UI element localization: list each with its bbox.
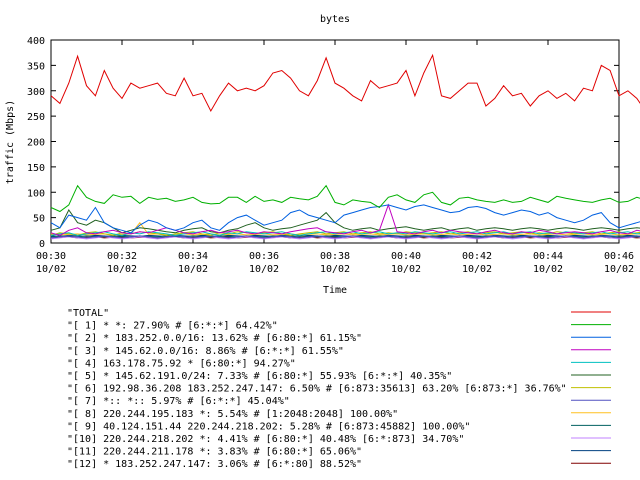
legend-entry-label: "[ 4] 163.178.75.92 * [6:80:*] 94.27%" [67, 358, 296, 369]
y-tick-label: 150 [27, 163, 45, 174]
x-tick-time-label: 00:38 [320, 251, 350, 262]
series-lines [50, 53, 640, 240]
series-line [50, 53, 640, 113]
x-tick-date-label: 10/02 [107, 264, 137, 275]
x-tick-date-label: 10/02 [36, 264, 66, 275]
y-tick-label: 200 [27, 138, 45, 149]
legend-entry-label: "[ 5] * 145.62.191.0/24: 7.33% # [6:80:*… [67, 371, 452, 382]
x-tick-date-label: 10/02 [533, 264, 563, 275]
y-tick-label: 300 [27, 87, 45, 98]
y-axis-ticks: 0 50 100 150 200 250 300 350 400 [27, 36, 619, 250]
x-tick-time-label: 00:30 [36, 251, 66, 262]
legend-entry-label: "[ 8] 220.244.195.183 *: 5.54% # [1:2048… [67, 409, 398, 420]
x-tick-date-label: 10/02 [604, 264, 634, 275]
legend-entry-label: "[ 6] 192.98.36.208 183.252.247.147: 6.5… [67, 384, 567, 395]
legend-entry-label: "[ 1] * *: 27.90% # [6:*:*] 64.42%" [67, 321, 278, 332]
x-tick-time-label: 00:46 [604, 251, 634, 262]
y-tick-label: 50 [33, 214, 45, 225]
legend-entry-label: "[ 3] * 145.62.0.0/16: 8.86% # [6:*:*] 6… [67, 346, 344, 357]
legend-entry-label: "[ 9] 40.124.151.44 220.244.218.202: 5.2… [67, 421, 470, 432]
y-tick-label: 350 [27, 61, 45, 72]
legend-entry-label: "[ 2] * 183.252.0.0/16: 13.62% # [6:80:*… [67, 333, 362, 344]
x-tick-time-label: 00:32 [107, 251, 137, 262]
x-tick-date-label: 10/02 [391, 264, 421, 275]
y-tick-label: 0 [39, 239, 45, 250]
x-tick-date-label: 10/02 [178, 264, 208, 275]
legend-entry-label: "[ 7] *:: *:: 5.97% # [6:*:*] 45.04%" [67, 396, 290, 407]
legend-entry-label: "[11] 220.244.211.178 *: 3.83% # [6:80:*… [67, 447, 362, 458]
legend-entry-label: "[12] * 183.252.247.147: 3.06% # [6:*:80… [67, 459, 362, 470]
y-tick-label: 400 [27, 36, 45, 47]
traffic-chart: bytes traffic (Mbps) Time 0 50 100 150 200 25… [5, 14, 640, 470]
x-tick-date-label: 10/02 [320, 264, 350, 275]
legend-entry-label: "[10] 220.244.218.202 *: 4.41% # [6:80:*… [67, 434, 464, 445]
y-axis-label: traffic (Mbps) [5, 100, 16, 184]
x-axis-ticks: 00:30 10/02 00:32 10/02 00:34 10/02 00:36 10/02… [36, 40, 634, 275]
legend: "TOTAL" "[ 1] * *: 27.90% # [6:*:*] 64.42… [67, 308, 611, 470]
x-tick-time-label: 00:36 [249, 251, 279, 262]
y-tick-label: 250 [27, 112, 45, 123]
x-tick-date-label: 10/02 [249, 264, 279, 275]
x-tick-date-label: 10/02 [462, 264, 492, 275]
x-axis-label: Time [323, 285, 347, 296]
series-line [50, 209, 640, 234]
x-tick-time-label: 00:34 [178, 251, 208, 262]
series-line [50, 184, 640, 213]
legend-entry-label: "TOTAL" [67, 308, 109, 319]
x-tick-time-label: 00:42 [462, 251, 492, 262]
chart-title: bytes [320, 14, 350, 25]
x-tick-time-label: 00:40 [391, 251, 421, 262]
x-tick-time-label: 00:44 [533, 251, 563, 262]
y-tick-label: 100 [27, 188, 45, 199]
